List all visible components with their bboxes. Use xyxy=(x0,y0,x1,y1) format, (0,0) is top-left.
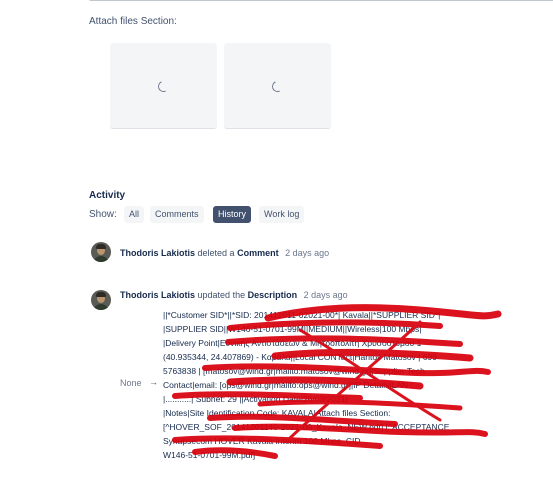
new-value-line: 5763838 | [matosov@wind.gr|mailto:matoso… xyxy=(163,366,425,376)
new-value-line: Contact|email: [ops@wind.gr|mailto:ops@w… xyxy=(163,380,413,390)
new-value-line: ||*Customer SID*||*SID: 201412011-02021-… xyxy=(163,310,441,320)
new-value: ||*Customer SID*||*SID: 201412011-02021-… xyxy=(163,308,503,462)
previous-field-box xyxy=(88,0,553,1)
attachment-thumbnail[interactable] xyxy=(110,43,217,129)
new-value-line: Synapsecom HOVER Kavala Interim 100 Mbps… xyxy=(163,436,361,446)
new-value-line: |...........| Subnet: 29 ||Activation Da… xyxy=(163,394,348,404)
avatar-body xyxy=(93,256,109,262)
entry-object: Comment xyxy=(237,248,279,258)
avatar-hair xyxy=(96,292,106,297)
new-value-line: |Delivery Point|Εθνικής Αντιστάσεων & Μη… xyxy=(163,338,422,348)
tab-history[interactable]: History xyxy=(213,206,252,223)
avatar-hair xyxy=(96,244,106,249)
arrow-right-icon: → xyxy=(149,377,158,387)
activity-heading: Activity xyxy=(89,190,126,201)
new-value-line: [^HOVER_SOF_20141201140-2021-00_Kavala_N… xyxy=(163,422,450,432)
entry-author[interactable]: Thodoris Lakiotis xyxy=(120,290,195,300)
attach-files-label: Attach files Section: xyxy=(89,16,177,27)
new-value-line: |Notes|Site Identification Code: KAVALA|… xyxy=(163,408,391,418)
avatar-body xyxy=(93,304,109,310)
entry-timestamp[interactable]: 2 days ago xyxy=(304,290,348,300)
new-value-line: |SUPPLIER SID||W146-51-0701-99M||MEDIUM|… xyxy=(163,324,422,334)
show-filter-label: Show: xyxy=(89,209,117,220)
entry-action: updated the xyxy=(197,290,246,300)
tab-comments[interactable]: Comments xyxy=(150,206,204,223)
old-value: None xyxy=(120,378,142,388)
new-value-line: (40.935344, 24.407869) - Καβάλα||Local C… xyxy=(163,352,437,362)
attachment-thumbnail[interactable] xyxy=(224,43,331,129)
history-entry-header: Thodoris Lakiotis updated the Descriptio… xyxy=(120,290,348,300)
tab-work-log[interactable]: Work log xyxy=(259,206,305,223)
entry-action: deleted a xyxy=(197,248,235,258)
avatar[interactable] xyxy=(91,242,111,262)
new-value-line: W146-51-0701-99M.pdf] xyxy=(163,450,256,460)
entry-author[interactable]: Thodoris Lakiotis xyxy=(120,248,195,258)
avatar[interactable] xyxy=(91,290,111,310)
entry-object: Description xyxy=(247,290,298,300)
entry-timestamp[interactable]: 2 days ago xyxy=(285,248,329,258)
loading-spinner-icon xyxy=(156,79,171,94)
tab-all[interactable]: All xyxy=(124,206,145,223)
loading-spinner-icon xyxy=(270,79,285,94)
history-entry-header: Thodoris Lakiotis deleted a Comment 2 da… xyxy=(120,248,329,258)
